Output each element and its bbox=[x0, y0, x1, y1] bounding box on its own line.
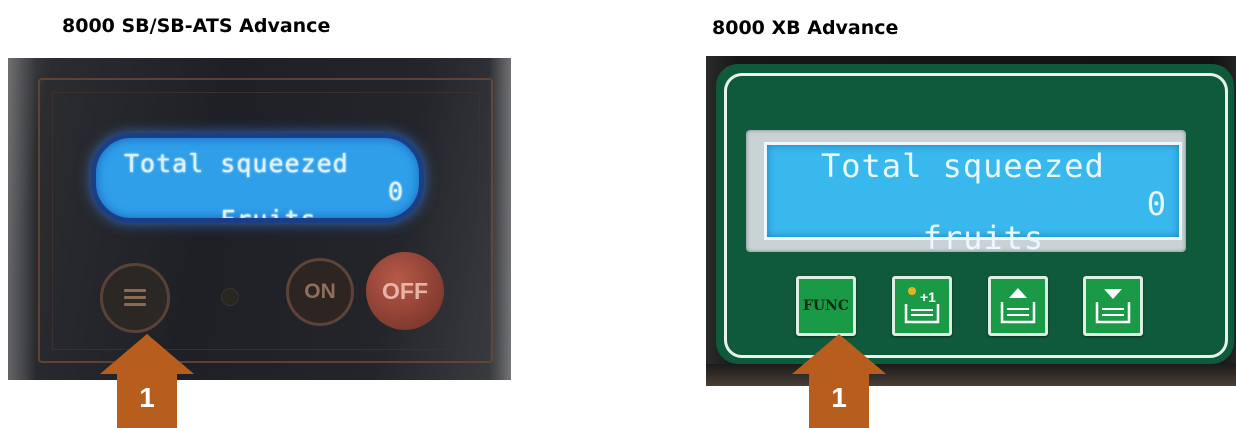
off-button[interactable]: OFF bbox=[366, 252, 444, 330]
menu-bars-icon bbox=[124, 287, 146, 309]
down-key[interactable] bbox=[1083, 276, 1143, 336]
on-button-label: ON bbox=[304, 280, 336, 303]
callout-number: 1 bbox=[831, 382, 847, 413]
left-panel-caption: 8000 SB/SB-ATS Advance bbox=[62, 15, 331, 37]
basket-down-icon bbox=[1095, 289, 1131, 324]
lcd-line-2-value: 0 bbox=[387, 177, 404, 206]
callout-arrow-right: 1 bbox=[792, 334, 886, 428]
sb-ats-control-panel-photo: Total squeezed Fruits 0 ON OFF bbox=[8, 58, 511, 380]
lcd-line-2-label: Fruits bbox=[220, 205, 317, 223]
lcd-line-1: Total squeezed bbox=[821, 147, 1105, 185]
lcd-line-1: Total squeezed bbox=[124, 149, 349, 178]
callout-arrow-left: 1 bbox=[100, 334, 194, 428]
on-button[interactable]: ON bbox=[286, 258, 354, 326]
menu-button[interactable] bbox=[100, 263, 170, 333]
indicator-dot bbox=[221, 288, 239, 306]
up-key[interactable] bbox=[988, 276, 1048, 336]
xb-control-panel-photo: Total squeezed fruits 0 FUNC +1 bbox=[706, 56, 1236, 386]
func-key-label: FUNC bbox=[802, 298, 850, 314]
lcd-display-left: Total squeezed Fruits 0 bbox=[91, 133, 424, 223]
func-key[interactable]: FUNC bbox=[796, 276, 856, 336]
panel-edge-left bbox=[8, 58, 36, 380]
plus-one-label: +1 bbox=[920, 289, 936, 305]
off-button-label: OFF bbox=[382, 277, 428, 304]
lcd-line-2-label: fruits bbox=[922, 219, 1045, 257]
lcd-display-right: Total squeezed fruits 0 bbox=[764, 142, 1182, 255]
basket-plus-one-icon: +1 bbox=[904, 287, 940, 324]
lcd-line-2-value: 0 bbox=[1146, 185, 1167, 223]
callout-number: 1 bbox=[139, 382, 155, 413]
basket-up-icon bbox=[1000, 288, 1036, 324]
panel-bottom-edge bbox=[706, 364, 1236, 386]
plus-one-key[interactable]: +1 bbox=[892, 276, 952, 336]
lcd-line-2: Fruits 0 bbox=[124, 177, 404, 223]
right-panel-caption: 8000 XB Advance bbox=[712, 17, 899, 39]
